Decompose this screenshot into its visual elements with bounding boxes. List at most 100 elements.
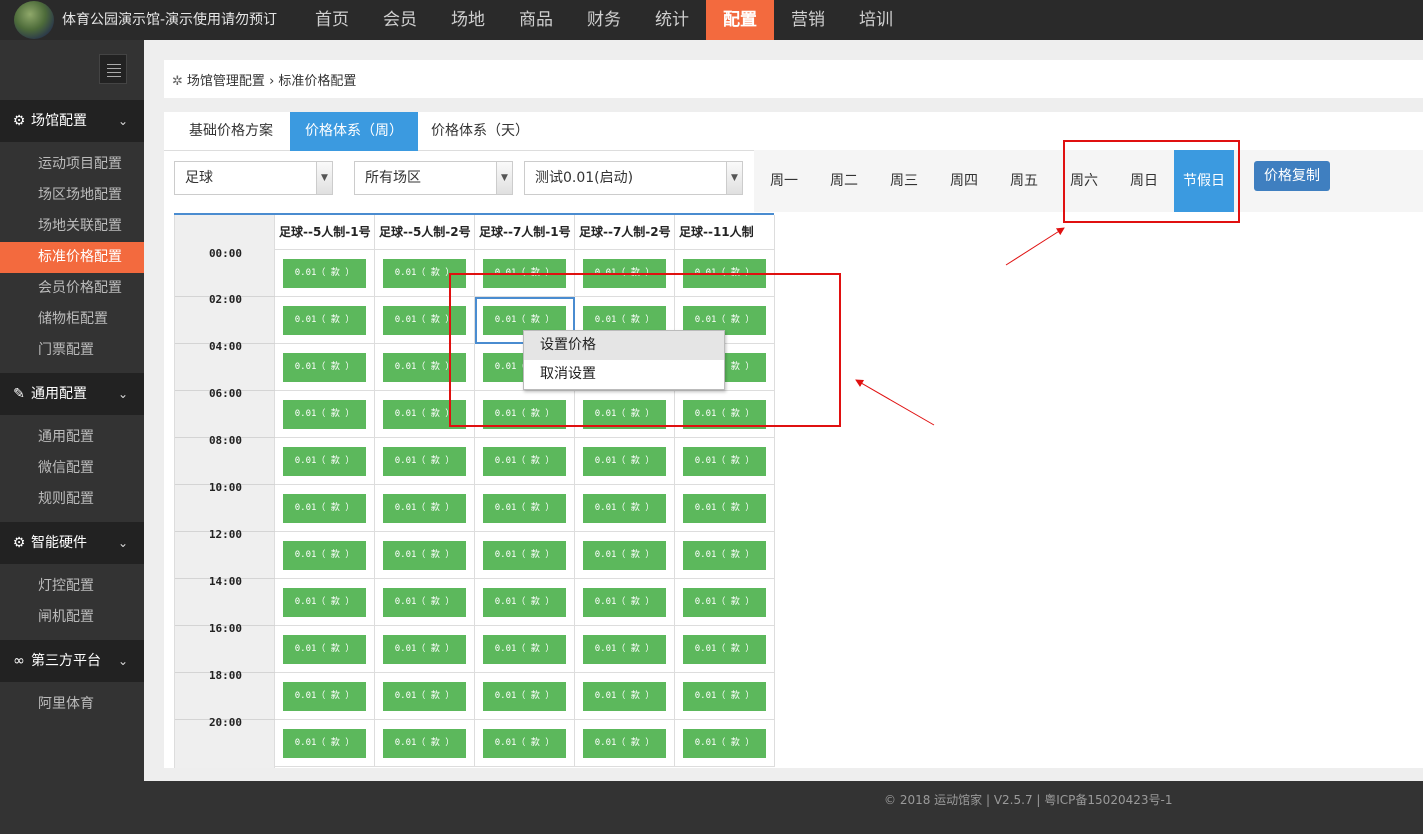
price-slot-button[interactable]: 0.01（ 款 ） (283, 353, 366, 382)
price-slot-button[interactable]: 0.01（ 款 ） (283, 682, 366, 711)
logo[interactable] (14, 1, 54, 39)
price-slot-button[interactable]: 0.01（ 款 ） (383, 588, 466, 617)
price-slot-button[interactable]: 0.01（ 款 ） (583, 541, 666, 570)
sidebar-item[interactable]: 阿里体育 (0, 689, 144, 720)
price-slot-button[interactable]: 0.01（ 款 ） (283, 541, 366, 570)
day-tab[interactable]: 周二 (814, 150, 874, 212)
tab-day-price[interactable]: 价格体系（天） (422, 112, 538, 151)
nav-item[interactable]: 配置 (706, 0, 774, 40)
nav-item[interactable]: 场地 (434, 0, 502, 40)
price-slot-button[interactable]: 0.01（ 款 ） (583, 682, 666, 711)
price-slot-button[interactable]: 0.01（ 款 ） (483, 588, 566, 617)
sidebar-item[interactable]: 闸机配置 (0, 602, 144, 633)
price-slot-button[interactable]: 0.01（ 款 ） (483, 447, 566, 476)
sidebar-item[interactable]: 会员价格配置 (0, 273, 144, 304)
price-slot-button[interactable]: 0.01（ 款 ） (483, 635, 566, 664)
footer: © 2018 运动馆家 | V2.5.7 | 粤ICP备15020423号-1 (144, 781, 1423, 834)
time-label: 10:00 (208, 481, 243, 494)
main-nav: 首页 会员 场地 商品 财务 统计 配置 营销 培训 (298, 0, 910, 40)
breadcrumb-parent[interactable]: 场馆管理配置 (187, 74, 265, 89)
price-slot-button[interactable]: 0.01（ 款 ） (283, 494, 366, 523)
price-slot-button[interactable]: 0.01（ 款 ） (683, 588, 766, 617)
breadcrumb: ✲ 场馆管理配置 › 标准价格配置 (172, 70, 356, 89)
nav-item[interactable]: 会员 (366, 0, 434, 40)
sidebar-item[interactable]: 场地关联配置 (0, 211, 144, 242)
sidebar-item[interactable]: 运动项目配置 (0, 149, 144, 180)
grid-cell: 0.01（ 款 ） (375, 720, 475, 767)
grid-cell: 0.01（ 款 ） (575, 720, 675, 767)
day-tab[interactable]: 周五 (994, 150, 1054, 212)
sidebar-group-label: 智能硬件 (31, 535, 87, 551)
price-slot-button[interactable]: 0.01（ 款 ） (283, 259, 366, 288)
price-copy-button[interactable]: 价格复制 (1254, 161, 1330, 191)
price-slot-button[interactable]: 0.01（ 款 ） (283, 447, 366, 476)
price-slot-button[interactable]: 0.01（ 款 ） (283, 306, 366, 335)
nav-item[interactable]: 财务 (570, 0, 638, 40)
price-slot-button[interactable]: 0.01（ 款 ） (383, 447, 466, 476)
price-slot-button[interactable]: 0.01（ 款 ） (383, 541, 466, 570)
grid-cell: 0.01（ 款 ） (675, 626, 775, 673)
day-tab[interactable]: 周四 (934, 150, 994, 212)
price-slot-button[interactable]: 0.01（ 款 ） (583, 635, 666, 664)
nav-item[interactable]: 培训 (842, 0, 910, 40)
plan-select[interactable]: 测试0.01(启动) ▼ (524, 161, 743, 195)
price-slot-button[interactable]: 0.01（ 款 ） (683, 682, 766, 711)
sidebar-item[interactable]: 标准价格配置 (0, 242, 144, 273)
price-slot-button[interactable]: 0.01（ 款 ） (283, 729, 366, 758)
price-slot-button[interactable]: 0.01（ 款 ） (383, 494, 466, 523)
nav-item[interactable]: 统计 (638, 0, 706, 40)
price-slot-button[interactable]: 0.01（ 款 ） (583, 494, 666, 523)
sidebar-toggle-button[interactable] (99, 54, 127, 84)
nav-item[interactable]: 营销 (774, 0, 842, 40)
sidebar-item[interactable]: 场区场地配置 (0, 180, 144, 211)
time-label: 14:00 (208, 575, 243, 588)
price-slot-button[interactable]: 0.01（ 款 ） (583, 729, 666, 758)
sport-select[interactable]: 足球 ▼ (174, 161, 333, 195)
annotation-box (1063, 140, 1240, 223)
chevron-down-icon: ▼ (496, 162, 512, 194)
wrench-icon: ✎ (13, 386, 25, 402)
sidebar-item[interactable]: 门票配置 (0, 335, 144, 366)
sidebar-group[interactable]: ⚙ 智能硬件 ⌄ (0, 522, 144, 564)
chevron-down-icon: ⌄ (117, 536, 128, 550)
price-slot-button[interactable]: 0.01（ 款 ） (283, 635, 366, 664)
time-label: 06:00 (208, 387, 243, 400)
nav-item[interactable]: 商品 (502, 0, 570, 40)
price-slot-button[interactable]: 0.01（ 款 ） (683, 729, 766, 758)
price-slot-button[interactable]: 0.01（ 款 ） (383, 729, 466, 758)
grid-cell: 0.01（ 款 ） (275, 532, 375, 579)
grid-cell: 0.01（ 款 ） (575, 532, 675, 579)
price-slot-button[interactable]: 0.01（ 款 ） (683, 447, 766, 476)
price-slot-button[interactable]: 0.01（ 款 ） (583, 588, 666, 617)
grid-cell: 0.01（ 款 ） (375, 626, 475, 673)
price-slot-button[interactable]: 0.01（ 款 ） (383, 635, 466, 664)
price-slot-button[interactable]: 0.01（ 款 ） (283, 588, 366, 617)
tab-week-price[interactable]: 价格体系（周） (290, 112, 418, 151)
price-slot-button[interactable]: 0.01（ 款 ） (683, 635, 766, 664)
price-slot-button[interactable]: 0.01（ 款 ） (583, 447, 666, 476)
sidebar-item[interactable]: 通用配置 (0, 422, 144, 453)
sidebar-item[interactable]: 灯控配置 (0, 571, 144, 602)
sidebar-group[interactable]: ∞ 第三方平台 ⌄ (0, 640, 144, 682)
tab-basic-price[interactable]: 基础价格方案 (174, 112, 288, 151)
area-select[interactable]: 所有场区 ▼ (354, 161, 513, 195)
sidebar-item[interactable]: 储物柜配置 (0, 304, 144, 335)
price-slot-button[interactable]: 0.01（ 款 ） (483, 729, 566, 758)
day-tab[interactable]: 周三 (874, 150, 934, 212)
sidebar-item[interactable]: 规则配置 (0, 484, 144, 515)
time-column: 00:00 02:00 04:00 06:00 08:00 10:00 12:00 14:00… (174, 215, 276, 768)
grid-cell: 0.01（ 款 ） (575, 485, 675, 532)
sidebar-item[interactable]: 微信配置 (0, 453, 144, 484)
price-slot-button[interactable]: 0.01（ 款 ） (483, 682, 566, 711)
price-slot-button[interactable]: 0.01（ 款 ） (483, 494, 566, 523)
price-slot-button[interactable]: 0.01（ 款 ） (683, 494, 766, 523)
day-tab[interactable]: 周一 (754, 150, 814, 212)
price-slot-button[interactable]: 0.01（ 款 ） (483, 541, 566, 570)
sidebar-group[interactable]: ✎ 通用配置 ⌄ (0, 373, 144, 415)
price-slot-button[interactable]: 0.01（ 款 ） (683, 541, 766, 570)
price-slot-button[interactable]: 0.01（ 款 ） (383, 682, 466, 711)
price-slot-button[interactable]: 0.01（ 款 ） (283, 400, 366, 429)
nav-item[interactable]: 首页 (298, 0, 366, 40)
sidebar-group-label: 第三方平台 (31, 653, 101, 669)
sidebar-group[interactable]: ⚙ 场馆配置 ⌄ (0, 100, 144, 142)
